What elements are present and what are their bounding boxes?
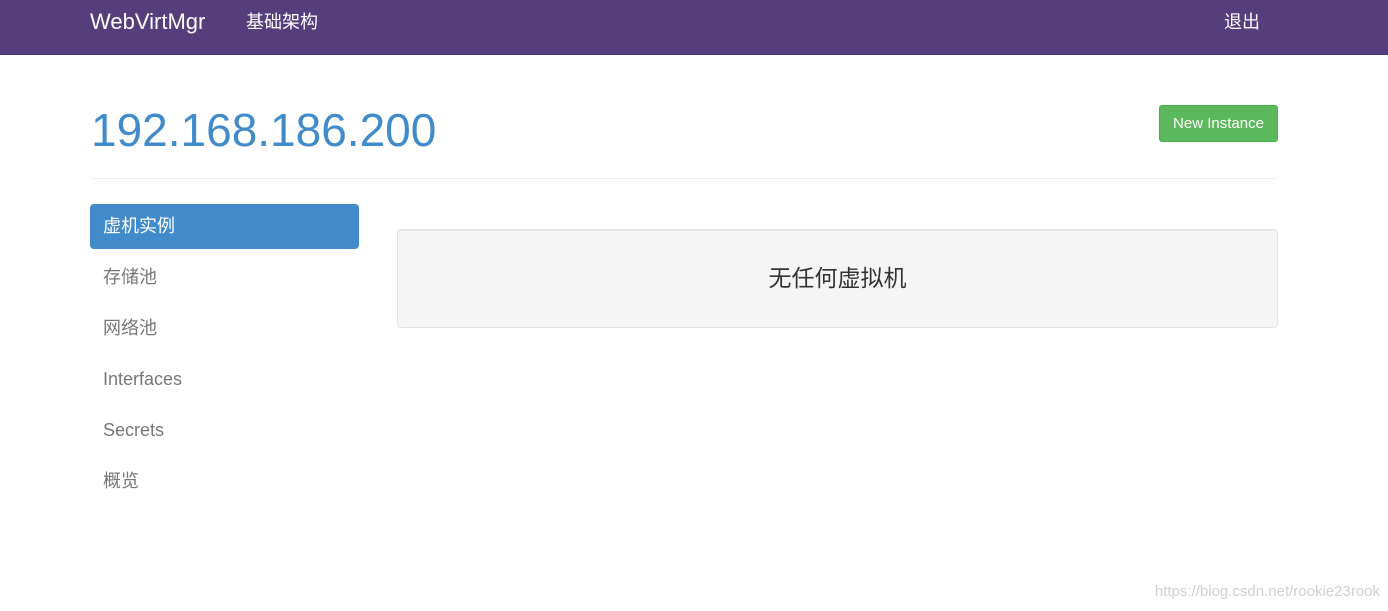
nav-infrastructure-link[interactable]: 基础架构 — [246, 10, 318, 34]
watermark-text: https://blog.csdn.net/rookie23rook — [1154, 583, 1380, 600]
page-title: 192.168.186.200 — [91, 104, 437, 156]
sidebar-item-instances[interactable]: 虚机实例 — [90, 204, 359, 249]
new-instance-button[interactable]: New Instance — [1159, 105, 1278, 142]
sidebar-item-storage-pools[interactable]: 存储池 — [90, 255, 359, 300]
sidebar-item-secrets[interactable]: Secrets — [90, 408, 359, 453]
empty-instances-panel: 无任何虚拟机 — [397, 229, 1278, 328]
sidebar-item-interfaces[interactable]: Interfaces — [90, 357, 359, 402]
sidebar-nav: 虚机实例 存储池 网络池 Interfaces Secrets 概览 — [90, 204, 359, 510]
sidebar-item-network-pools[interactable]: 网络池 — [90, 306, 359, 351]
brand-link[interactable]: WebVirtMgr — [90, 9, 205, 35]
nav-logout-link[interactable]: 退出 — [1224, 10, 1260, 34]
header-divider — [90, 178, 1278, 179]
sidebar-item-overview[interactable]: 概览 — [90, 459, 359, 504]
top-navbar: WebVirtMgr 基础架构 退出 — [0, 0, 1388, 55]
empty-message: 无任何虚拟机 — [768, 265, 907, 291]
